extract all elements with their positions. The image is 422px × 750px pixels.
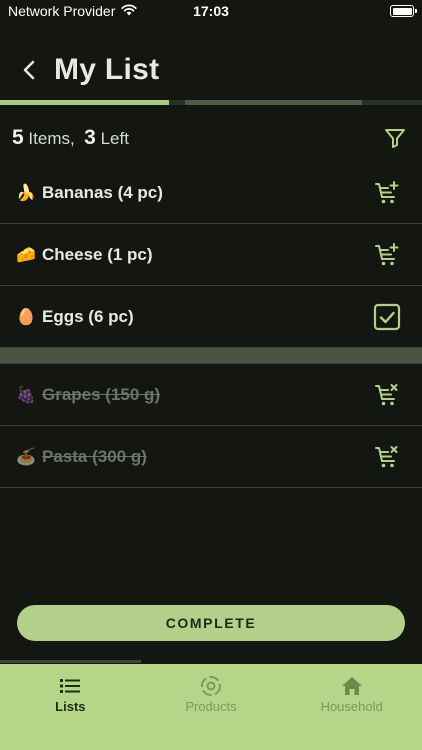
- item-label: Eggs (6 pc): [42, 306, 134, 326]
- add-to-cart-icon: [375, 180, 399, 203]
- progress-bar: [0, 100, 422, 105]
- tab-label: Products: [185, 699, 237, 714]
- tab-products[interactable]: Products: [141, 664, 282, 714]
- remove-from-cart-icon: [375, 445, 398, 467]
- home-icon: [341, 675, 363, 697]
- tab-lists[interactable]: Lists: [0, 664, 141, 714]
- items-label: Items,: [28, 129, 75, 148]
- list-icon: [59, 675, 81, 697]
- item-label: Grapes (150 g): [42, 384, 161, 404]
- complete-button[interactable]: COMPLETE: [17, 605, 405, 641]
- filter-button[interactable]: [380, 123, 410, 153]
- status-time: 17:03: [193, 3, 229, 19]
- checkbox-checked-icon: [373, 303, 401, 330]
- egg-icon: 🥚: [16, 308, 36, 326]
- summary-text: 5 Items, 3 Left: [12, 126, 129, 150]
- items-count: 5: [12, 126, 24, 149]
- header: My List: [0, 44, 422, 96]
- tab-label: Lists: [55, 699, 86, 714]
- item-label: Pasta (300 g): [42, 446, 147, 466]
- item-label: Cheese (1 pc): [42, 244, 153, 264]
- list-item[interactable]: 🍝 Pasta (300 g): [0, 426, 422, 488]
- carrier-name: Network Provider: [8, 3, 116, 19]
- products-icon: [200, 675, 222, 697]
- status-left: Network Provider: [8, 3, 138, 19]
- banana-icon: 🍌: [16, 184, 36, 202]
- cheese-icon: 🧀: [16, 246, 36, 264]
- add-to-cart-button[interactable]: [372, 240, 402, 270]
- progress-remaining-segment: [185, 100, 362, 105]
- left-label: Left: [100, 129, 129, 148]
- item-label: Bananas (4 pc): [42, 182, 163, 202]
- chevron-left-icon: [23, 60, 35, 80]
- tab-label: Household: [320, 699, 383, 714]
- left-count: 3: [84, 126, 96, 149]
- remove-from-cart-button[interactable]: [372, 380, 402, 410]
- page-title: My List: [54, 53, 160, 86]
- grapes-icon: 🍇: [16, 386, 36, 404]
- list-item[interactable]: 🍇 Grapes (150 g): [0, 364, 422, 426]
- pasta-icon: 🍝: [16, 448, 36, 466]
- back-button[interactable]: [18, 56, 40, 84]
- active-tab-indicator: [0, 660, 141, 663]
- list-item[interactable]: 🧀 Cheese (1 pc): [0, 224, 422, 286]
- add-to-cart-button[interactable]: [372, 178, 402, 208]
- remove-from-cart-button[interactable]: [372, 442, 402, 472]
- list-item[interactable]: 🥚 Eggs (6 pc): [0, 286, 422, 348]
- tab-bar: Lists Products Household: [0, 664, 422, 750]
- add-to-cart-icon: [375, 242, 399, 265]
- remove-from-cart-icon: [375, 383, 398, 405]
- shopping-list: 🍌 Bananas (4 pc) 🧀 Cheese (1 pc) 🥚 Eggs …: [0, 162, 422, 488]
- tab-household[interactable]: Household: [281, 664, 422, 714]
- list-summary: 5 Items, 3 Left: [12, 122, 410, 154]
- progress-completed-segment: [0, 100, 169, 105]
- wifi-icon: [121, 3, 138, 19]
- completed-section-divider: [0, 348, 422, 364]
- item-checkbox[interactable]: [372, 302, 402, 332]
- status-bar: Network Provider 17:03: [0, 0, 422, 22]
- list-item[interactable]: 🍌 Bananas (4 pc): [0, 162, 422, 224]
- filter-icon: [385, 129, 405, 148]
- battery-icon: [390, 5, 417, 17]
